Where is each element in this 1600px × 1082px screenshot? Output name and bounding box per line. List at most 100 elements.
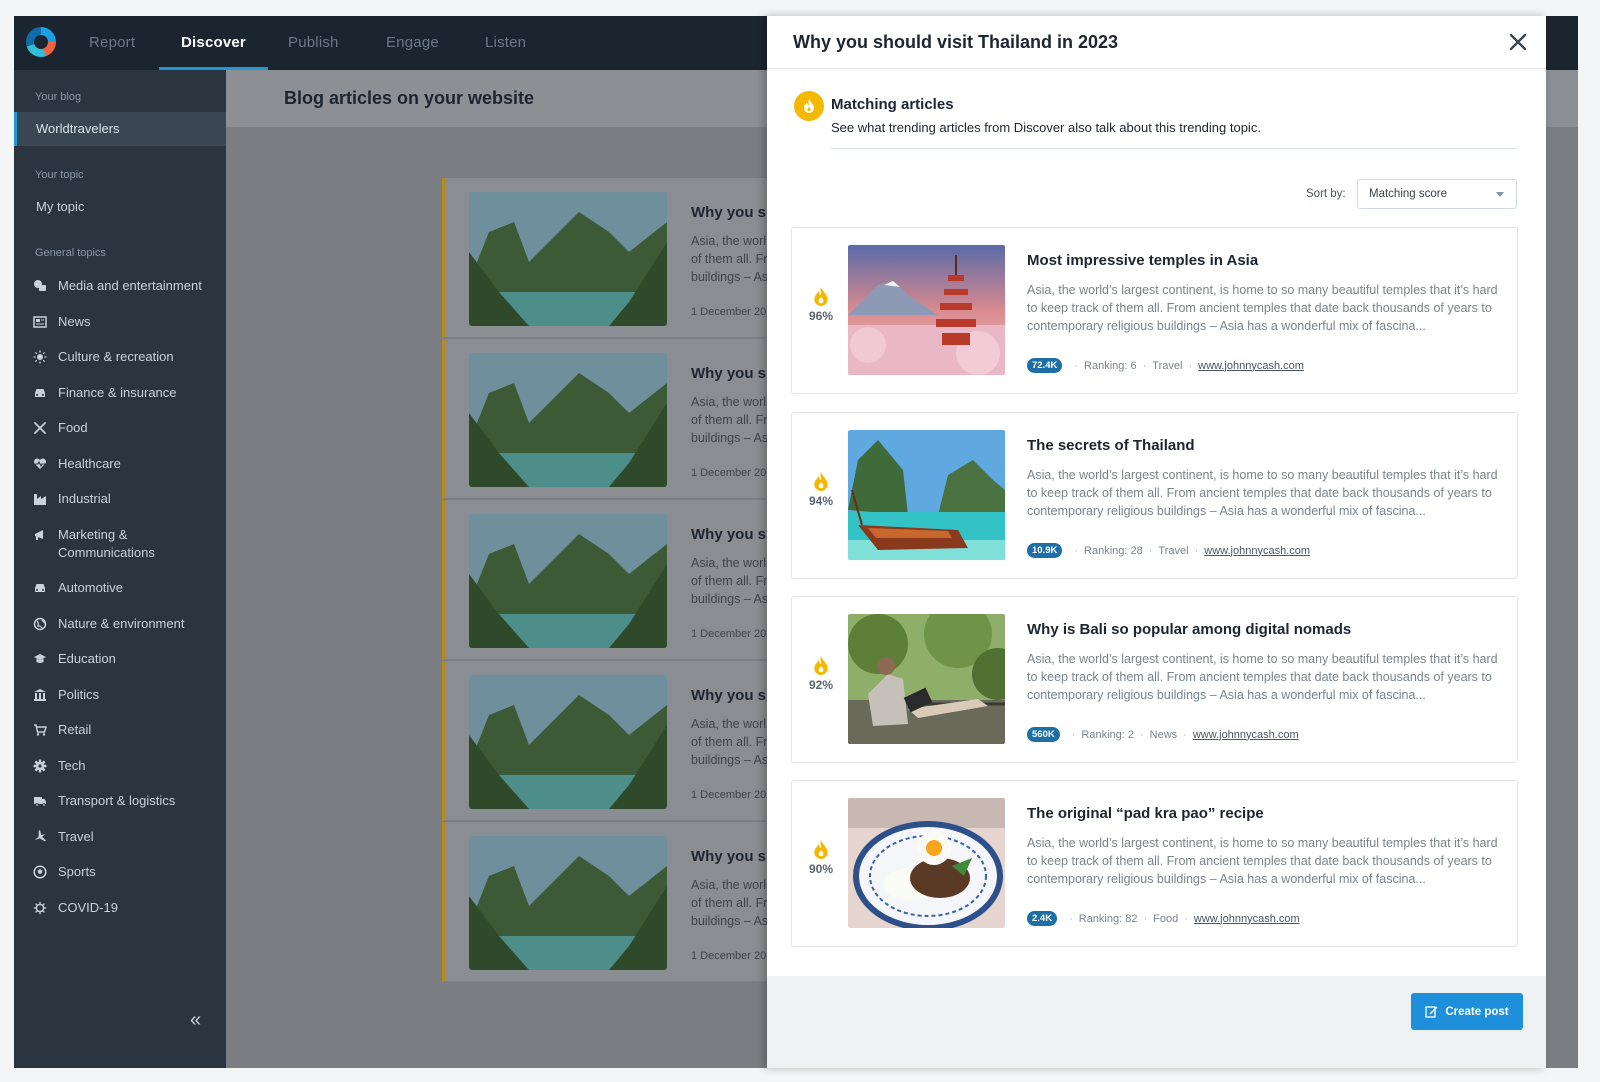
- brand-logo[interactable]: [26, 27, 56, 57]
- article-thumbnail: [848, 245, 1005, 375]
- sidebar-item-covid[interactable]: COVID-19: [32, 899, 222, 917]
- sidebar-item-education[interactable]: Education: [32, 650, 222, 668]
- reach-badge: 2.4K: [1027, 911, 1058, 926]
- sidebar-item-news[interactable]: News: [32, 313, 222, 331]
- blog-article-date: 1 December 20: [691, 950, 767, 962]
- article-ranking: Ranking: 28: [1084, 544, 1143, 557]
- matching-articles-drawer: Why you should visit Thailand in 2023 Ma…: [767, 16, 1546, 1068]
- blog-article-title: Why you sh: [691, 848, 776, 865]
- matching-score: 96%: [804, 286, 838, 323]
- newspaper-icon: [32, 314, 48, 330]
- sun-icon: [32, 349, 48, 365]
- matching-article-card[interactable]: 96% Most impressive temples in Asia Asia…: [791, 227, 1518, 394]
- drawer-header: Why you should visit Thailand in 2023: [767, 16, 1546, 69]
- cart-icon: [32, 722, 48, 738]
- sidebar-heading-your-topic: Your topic: [35, 169, 84, 181]
- blog-article-title: Why you sh: [691, 526, 776, 543]
- sidebar-item-culture[interactable]: Culture & recreation: [32, 348, 222, 366]
- article-thumbnail: [848, 430, 1005, 560]
- tab-listen[interactable]: Listen: [485, 16, 526, 70]
- institution-icon: [32, 687, 48, 703]
- blog-article-thumbnail: [469, 675, 667, 809]
- blog-article-date: 1 December 20: [691, 789, 767, 801]
- drawer-footer: Create post: [767, 976, 1546, 1068]
- sidebar-item-finance[interactable]: Finance & insurance: [32, 384, 222, 402]
- matching-score-value: 90%: [808, 862, 834, 876]
- article-thumbnail: [848, 798, 1005, 928]
- sort-selected-value: Matching score: [1369, 188, 1447, 200]
- matching-score: 90%: [804, 839, 838, 876]
- article-thumbnail: [848, 614, 1005, 744]
- article-title[interactable]: Why is Bali so popular among digital nom…: [1027, 621, 1351, 638]
- article-category: Travel: [1152, 359, 1183, 372]
- sidebar-item-retail[interactable]: Retail: [32, 721, 222, 739]
- article-category: News: [1149, 728, 1178, 741]
- megaphone-icon: [32, 527, 48, 543]
- truck-icon: [32, 793, 48, 809]
- sort-select[interactable]: Matching score: [1357, 179, 1517, 209]
- flame-icon: [814, 656, 828, 675]
- blog-article-date: 1 December 20: [691, 467, 767, 479]
- sidebar-item-politics[interactable]: Politics: [32, 686, 222, 704]
- sidebar-item-my-topic[interactable]: My topic: [14, 190, 226, 224]
- reach-badge: 560K: [1027, 727, 1060, 742]
- tab-publish[interactable]: Publish: [288, 16, 339, 70]
- drawer-title: Why you should visit Thailand in 2023: [793, 32, 1119, 52]
- sidebar-heading-general-topics: General topics: [35, 247, 106, 259]
- flame-icon: [814, 840, 828, 859]
- edit-icon: [1425, 1006, 1438, 1018]
- article-ranking: Ranking: 82: [1078, 912, 1138, 925]
- sort-label: Sort by:: [1306, 188, 1346, 200]
- article-meta: 10.9K · Ranking: 28 · Travel · www.johnn…: [1027, 543, 1310, 558]
- article-title[interactable]: The original “pad kra pao” recipe: [1027, 805, 1264, 822]
- matching-score-value: 94%: [808, 494, 834, 508]
- matching-score-value: 92%: [808, 678, 834, 692]
- article-source-link[interactable]: www.johnnycash.com: [1194, 913, 1300, 925]
- sidebar-item-industrial[interactable]: Industrial: [32, 490, 222, 508]
- heart-pulse-icon: [32, 456, 48, 472]
- article-source-link[interactable]: www.johnnycash.com: [1204, 545, 1310, 557]
- plane-icon: [32, 829, 48, 845]
- article-title[interactable]: The secrets of Thailand: [1027, 437, 1195, 454]
- blog-article-title: Why you sh: [691, 687, 776, 704]
- graduation-cap-icon: [32, 651, 48, 667]
- media-icon: [32, 278, 48, 294]
- sidebar-item-food[interactable]: Food: [32, 419, 222, 437]
- sidebar-heading-your-blog: Your blog: [35, 91, 82, 103]
- blog-article-thumbnail: [469, 514, 667, 648]
- tab-discover[interactable]: Discover: [159, 16, 268, 70]
- close-icon[interactable]: [1508, 32, 1528, 52]
- matching-article-card[interactable]: 90% The original “pad kra pao” recipe As…: [791, 780, 1518, 947]
- article-excerpt: Asia, the world’s largest continent, is …: [1027, 836, 1498, 886]
- matching-article-card[interactable]: 92% Why is Bali so popular among digital…: [791, 596, 1518, 763]
- blog-article-thumbnail: [469, 192, 667, 326]
- sidebar-item-tech[interactable]: Tech: [32, 757, 222, 775]
- sidebar-item-nature[interactable]: Nature & environment: [32, 615, 222, 633]
- sidebar-item-marketing[interactable]: Marketing & Communications: [32, 526, 222, 562]
- reach-badge: 10.9K: [1027, 543, 1063, 558]
- sidebar-item-transport[interactable]: Transport & logistics: [32, 792, 222, 810]
- sidebar-item-blog[interactable]: Worldtravelers: [14, 112, 226, 146]
- tab-engage[interactable]: Engage: [386, 16, 439, 70]
- article-source-link[interactable]: www.johnnycash.com: [1193, 729, 1299, 741]
- matching-articles-subtitle: See what trending articles from Discover…: [831, 120, 1261, 135]
- sidebar-item-sports[interactable]: Sports: [32, 863, 222, 881]
- article-excerpt: Asia, the world’s largest continent, is …: [1027, 468, 1498, 518]
- article-source-link[interactable]: www.johnnycash.com: [1198, 360, 1304, 372]
- matching-article-card[interactable]: 94% The secrets of Thailand Asia, the wo…: [791, 412, 1518, 579]
- flame-icon: [814, 287, 828, 306]
- sidebar-item-healthcare[interactable]: Healthcare: [32, 455, 222, 473]
- collapse-sidebar-icon[interactable]: «: [190, 1010, 210, 1030]
- article-meta: 72.4K · Ranking: 6 · Travel · www.johnny…: [1027, 358, 1304, 373]
- blog-article-title: Why you sh: [691, 365, 776, 382]
- virus-icon: [32, 900, 48, 916]
- tab-report[interactable]: Report: [89, 16, 135, 70]
- create-post-button[interactable]: Create post: [1411, 993, 1523, 1030]
- page-title: Blog articles on your website: [284, 88, 535, 108]
- sidebar-item-media[interactable]: Media and entertainment: [32, 277, 222, 295]
- article-title[interactable]: Most impressive temples in Asia: [1027, 252, 1258, 269]
- matching-articles-title: Matching articles: [831, 96, 954, 113]
- blog-article-thumbnail: [469, 836, 667, 970]
- sidebar-item-travel[interactable]: Travel: [32, 828, 222, 846]
- sidebar-item-automotive[interactable]: Automotive: [32, 579, 222, 597]
